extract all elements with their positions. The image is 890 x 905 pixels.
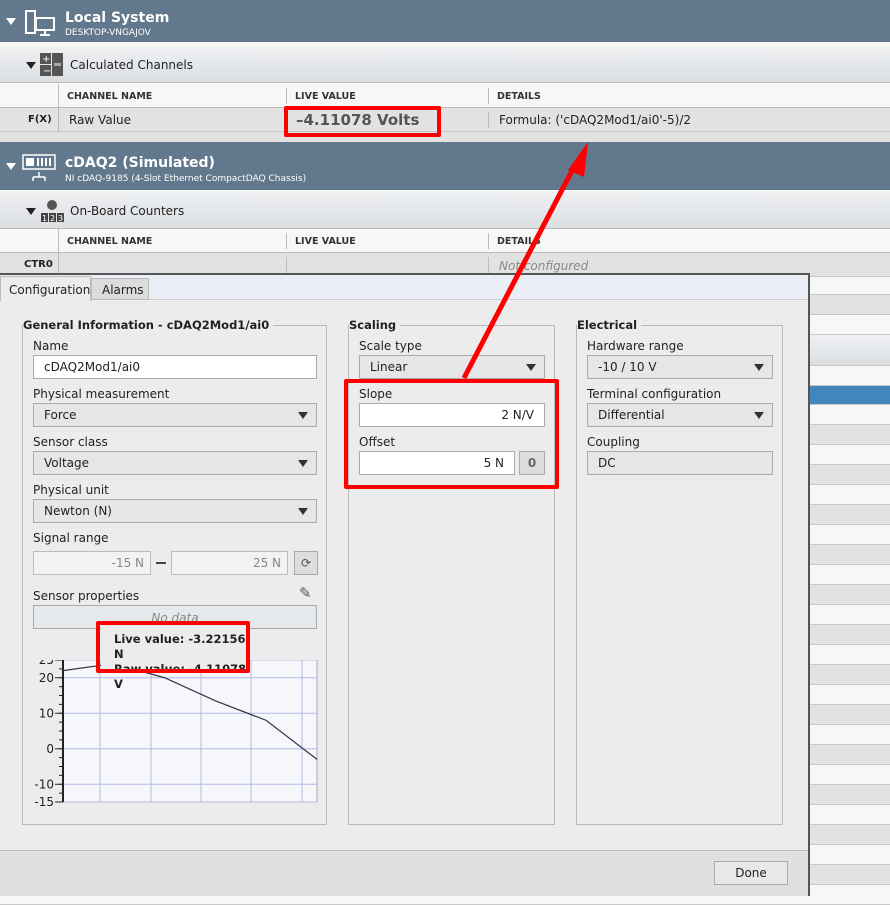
selected-value: Newton (N)	[44, 504, 112, 518]
column-header[interactable]: DETAILS	[497, 236, 541, 247]
computer-icon	[25, 10, 55, 36]
chassis-title: cDAQ2 (Simulated)	[65, 155, 215, 171]
terminal-configuration-label: Terminal configuration	[587, 387, 722, 401]
chassis-network-icon	[22, 154, 56, 181]
sensor-class-select[interactable]: Voltage	[33, 451, 317, 475]
local-system-header[interactable]: Local System DESKTOP-VNGAJOV	[0, 0, 890, 42]
scale-type-select[interactable]: Linear	[359, 355, 545, 379]
physical-unit-label: Physical unit	[33, 483, 109, 497]
collapse-arrow-icon[interactable]	[6, 18, 16, 25]
column-header[interactable]: DETAILS	[497, 91, 541, 102]
row-prefix: CTR0	[24, 259, 53, 270]
y-tick-label: 25	[39, 660, 54, 667]
signal-range-min[interactable]: -15 N	[33, 551, 151, 575]
dropdown-arrow-icon	[754, 364, 764, 371]
signal-range-max[interactable]: 25 N	[171, 551, 288, 575]
system-title: Local System	[65, 10, 170, 26]
dropdown-arrow-icon	[298, 412, 308, 419]
selected-value: Voltage	[44, 456, 90, 470]
coupling-value: DC	[587, 451, 773, 475]
highlight-box	[96, 621, 250, 673]
counter-icon: 123	[41, 200, 64, 223]
general-information-group: General Information - cDAQ2Mod1/ai0 Name…	[22, 318, 327, 825]
channel-name: Raw Value	[69, 113, 132, 127]
selected-value: Differential	[598, 408, 665, 422]
hardware-range-select[interactable]: -10 / 10 V	[587, 355, 773, 379]
electrical-group: Electrical Hardware range -10 / 10 V Ter…	[576, 318, 783, 825]
column-header[interactable]: CHANNEL NAME	[67, 236, 152, 247]
column-header[interactable]: LIVE VALUE	[295, 91, 356, 102]
hardware-range-label: Hardware range	[587, 339, 684, 353]
reset-range-button[interactable]: ⟳	[294, 551, 318, 575]
collapse-arrow-icon[interactable]	[6, 163, 16, 170]
highlight-box	[284, 106, 441, 137]
dropdown-arrow-icon	[754, 412, 764, 419]
sensor-properties-label: Sensor properties	[33, 589, 140, 603]
group-title: Electrical	[577, 318, 642, 332]
chassis-subtitle: NI cDAQ-9185 (4-Slot Ethernet CompactDAQ…	[65, 174, 307, 184]
column-header[interactable]: LIVE VALUE	[295, 236, 356, 247]
system-subtitle: DESKTOP-VNGAJOV	[65, 28, 151, 38]
group-title: General Information - cDAQ2Mod1/ai0	[23, 318, 274, 332]
selected-value: -10 / 10 V	[598, 360, 657, 374]
group-title: Scaling	[349, 318, 401, 332]
row-prefix: F(X)	[28, 114, 52, 125]
highlight-box	[344, 379, 559, 489]
channel-details: Not configured	[499, 259, 589, 273]
collapse-arrow-icon[interactable]	[26, 208, 36, 215]
y-tick-label: -15	[34, 795, 54, 809]
svg-text:+: +	[42, 54, 50, 65]
dropdown-arrow-icon	[298, 460, 308, 467]
svg-text:3: 3	[58, 214, 63, 223]
calculated-channels-group[interactable]: + − Calculated Channels	[0, 47, 890, 83]
terminal-configuration-select[interactable]: Differential	[587, 403, 773, 427]
channel-config-dialog: Configuration Alarms General Information…	[0, 273, 810, 896]
svg-text:1: 1	[42, 214, 47, 223]
refresh-icon: ⟳	[300, 556, 312, 570]
tab-configuration[interactable]: Configuration	[0, 276, 91, 301]
y-tick-label: 10	[39, 706, 54, 720]
chassis-header[interactable]: cDAQ2 (Simulated) NI cDAQ-9185 (4-Slot E…	[0, 142, 890, 190]
y-tick-label: 0	[46, 742, 54, 756]
name-input[interactable]: cDAQ2Mod1/ai0	[33, 355, 317, 379]
svg-text:−: −	[43, 66, 51, 77]
sensor-class-label: Sensor class	[33, 435, 108, 449]
table-header: CHANNEL NAME LIVE VALUE DETAILS	[0, 229, 890, 253]
physical-measurement-select[interactable]: Force	[33, 403, 317, 427]
physical-measurement-label: Physical measurement	[33, 387, 170, 401]
done-button[interactable]: Done	[714, 861, 788, 885]
collapse-arrow-icon[interactable]	[26, 62, 36, 69]
edit-pencil-icon[interactable]: ✎	[299, 584, 312, 602]
group-title: Calculated Channels	[70, 58, 193, 72]
channel-details: Formula: ('cDAQ2Mod1/ai0'-5)/2	[499, 113, 691, 127]
physical-unit-select[interactable]: Newton (N)	[33, 499, 317, 523]
on-board-counters-group[interactable]: 123 On-Board Counters	[0, 192, 890, 229]
y-tick-label: 20	[39, 671, 54, 685]
svg-text:2: 2	[50, 214, 55, 223]
column-header[interactable]: CHANNEL NAME	[67, 91, 152, 102]
coupling-label: Coupling	[587, 435, 640, 449]
calculator-icon: +−	[40, 53, 63, 77]
tab-alarms[interactable]: Alarms	[91, 278, 149, 300]
dropdown-arrow-icon	[526, 364, 536, 371]
name-label: Name	[33, 339, 69, 353]
table-header: CHANNEL NAME LIVE VALUE DETAILS	[0, 84, 890, 108]
selected-value: Linear	[370, 360, 408, 374]
y-tick-label: -10	[34, 777, 54, 791]
table-row[interactable]: F(X) Raw Value –4.11078 Volts Formula: (…	[0, 108, 890, 132]
signal-range-label: Signal range	[33, 531, 109, 545]
dropdown-arrow-icon	[298, 508, 308, 515]
scale-type-label: Scale type	[359, 339, 422, 353]
selected-value: Force	[44, 408, 77, 422]
group-title: On-Board Counters	[70, 204, 185, 218]
